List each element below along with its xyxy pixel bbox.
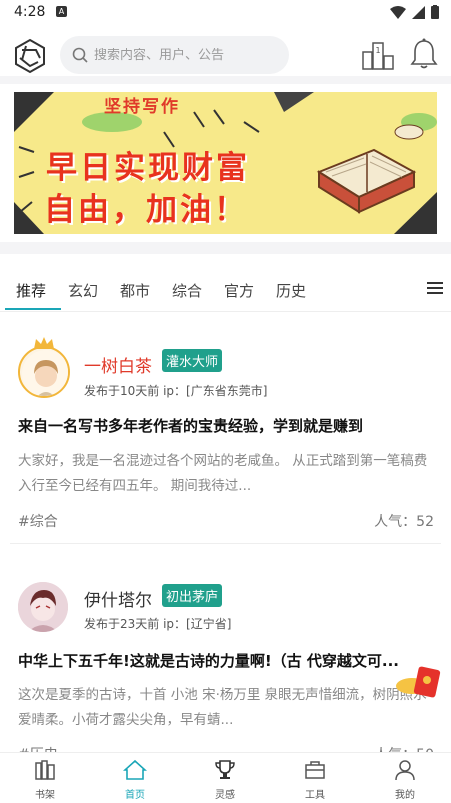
- bookshelf-icon: [35, 760, 55, 780]
- nav-home[interactable]: 首页: [105, 759, 165, 801]
- nav-label: 灵感: [215, 790, 235, 801]
- category-tabs: 推荐 玄幻 都市 综合 官方 历史: [0, 270, 451, 310]
- toolbox-icon: [305, 761, 325, 779]
- avatar-image: [18, 582, 68, 632]
- banner-slogan-line1: 早日实现财富: [46, 150, 250, 186]
- notification-bell-icon[interactable]: [410, 38, 438, 70]
- battery-icon: [431, 5, 439, 19]
- search-bar[interactable]: [60, 36, 289, 74]
- trophy-icon: [215, 760, 235, 779]
- status-bar: 4:28 A: [0, 0, 451, 26]
- sim-icon: A: [56, 6, 67, 17]
- tab-recommend[interactable]: 推荐: [16, 280, 46, 301]
- post-meta: 发布于23天前 ip：[辽宁省]: [84, 617, 232, 631]
- avatar-image: [22, 350, 68, 396]
- nav-label: 书架: [35, 790, 55, 801]
- signal-icon: [412, 5, 425, 19]
- author-name[interactable]: 一树白茶: [84, 352, 152, 377]
- author-name[interactable]: 伊什塔尔: [84, 586, 152, 611]
- tab-history[interactable]: 历史: [276, 280, 306, 301]
- tab-official[interactable]: 官方: [224, 280, 254, 301]
- crown-icon: [34, 337, 54, 349]
- svg-text:1: 1: [375, 46, 380, 55]
- banner-slogan-line2: 自由，加油！: [44, 192, 248, 228]
- status-time: 4:28: [14, 4, 46, 20]
- post-popularity: 人气：52: [374, 514, 434, 530]
- section-divider: [0, 76, 451, 84]
- post-tag[interactable]: #综合: [18, 511, 58, 531]
- red-packet-icon[interactable]: [394, 664, 444, 700]
- avatar[interactable]: [18, 582, 68, 632]
- wifi-icon: [390, 5, 406, 19]
- post-excerpt[interactable]: 这次是夏季的古诗，十首 小池 宋·杨万里 泉眼无声惜细流，树阴照水爱晴柔。小荷才…: [18, 683, 433, 733]
- avatar[interactable]: [18, 346, 70, 398]
- ranking-icon[interactable]: 1: [362, 40, 394, 70]
- bottom-navigation: 书架 首页 灵感 工具 我的: [0, 752, 451, 803]
- post-divider: [10, 543, 441, 544]
- section-divider: [0, 242, 451, 254]
- status-icons: [390, 5, 439, 19]
- top-bar: 1: [0, 30, 451, 80]
- author-level-badge: 初出茅庐: [162, 584, 223, 607]
- nav-tools[interactable]: 工具: [285, 759, 345, 801]
- profile-icon: [395, 760, 415, 781]
- tab-fantasy[interactable]: 玄幻: [68, 280, 98, 301]
- menu-icon[interactable]: [427, 280, 443, 296]
- post-title[interactable]: 中华上下五千年!这就是古诗的力量啊!（古 代穿越文可...: [18, 650, 433, 671]
- promo-banner[interactable]: 坚持写作 早日实现财富 自由，加油！: [14, 92, 437, 234]
- nav-inspiration[interactable]: 灵感: [195, 759, 255, 801]
- author-level-badge: 灌水大师: [162, 349, 223, 372]
- nav-label: 工具: [305, 790, 325, 801]
- search-input[interactable]: [94, 47, 274, 63]
- app-logo-icon[interactable]: [12, 38, 48, 74]
- tab-urban[interactable]: 都市: [120, 280, 150, 301]
- post-excerpt[interactable]: 大家好，我是一名混迹过各个网站的老咸鱼。 从正式踏到第一笔稿费入行至今已经有四五…: [18, 449, 433, 499]
- active-tab-indicator: [5, 308, 61, 310]
- post-meta: 发布于10天前 ip：[广东省东莞市]: [84, 384, 268, 398]
- tab-general[interactable]: 综合: [172, 280, 202, 301]
- tabs-divider: [0, 311, 451, 312]
- nav-bookshelf[interactable]: 书架: [15, 759, 75, 801]
- post-title[interactable]: 来自一名写书多年老作者的宝贵经验，学到就是赚到: [18, 415, 433, 436]
- home-icon: [122, 759, 148, 780]
- search-icon: [72, 47, 88, 63]
- banner-slogan-small: 坚持写作: [104, 97, 180, 117]
- nav-label: 首页: [125, 790, 145, 801]
- nav-profile[interactable]: 我的: [375, 759, 435, 801]
- nav-label: 我的: [395, 790, 415, 801]
